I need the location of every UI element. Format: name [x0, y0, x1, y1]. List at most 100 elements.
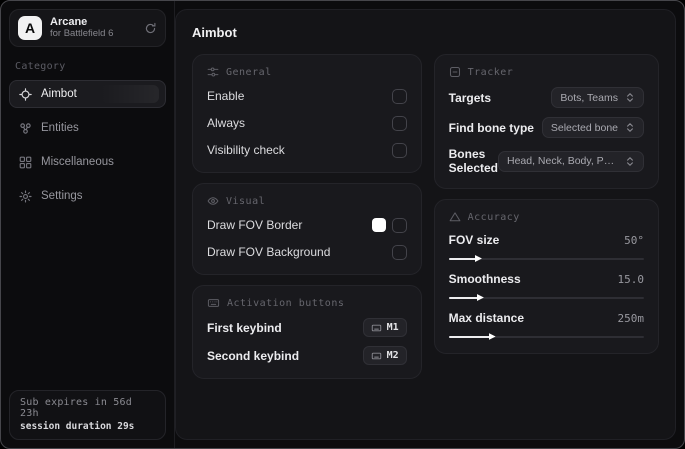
setting-label: Always	[207, 116, 246, 130]
gear-icon	[19, 189, 32, 203]
max-distance-slider[interactable]	[448, 333, 644, 340]
category-label: Category	[15, 61, 66, 72]
setting-row: Draw FOV Border	[207, 216, 407, 234]
always-checkbox[interactable]	[391, 115, 407, 131]
triangle-icon	[449, 211, 461, 223]
first-keybind-button[interactable]: M1	[362, 318, 407, 337]
slider-thumb[interactable]	[488, 333, 496, 340]
select-value: Head, Neck, Body, Pe...	[507, 155, 618, 167]
smoothness-value: 15.0	[617, 272, 645, 286]
sidebar-item-settings[interactable]: Settings	[9, 182, 166, 210]
sliders-icon	[207, 66, 219, 78]
sub-expiry-text: Sub expires in 56d 23h	[20, 397, 132, 419]
setting-label: FOV size	[448, 233, 500, 247]
visibility-check-checkbox[interactable]	[391, 142, 407, 158]
accuracy-card-header: Accuracy	[449, 211, 644, 223]
slider-row: FOV size 50°	[448, 233, 644, 262]
crosshair-icon	[19, 87, 32, 101]
card-title-text: Activation buttons	[227, 297, 345, 309]
slider-row: Max distance 250m	[448, 311, 645, 340]
setting-label: Bones Selected	[448, 147, 498, 175]
keyboard-icon	[371, 323, 382, 333]
targets-select[interactable]: Bots, Teams	[551, 87, 644, 108]
setting-row: Targets Bots, Teams	[449, 87, 644, 108]
keybind-value: M2	[386, 350, 399, 361]
enable-checkbox[interactable]	[391, 88, 407, 104]
keybind-value: M1	[386, 322, 399, 333]
card-title-text: General	[226, 66, 272, 78]
setting-label: Targets	[448, 90, 492, 105]
slider-row: Smoothness 15.0	[448, 272, 645, 301]
setting-label: Visibility check	[207, 143, 285, 157]
setting-label: Second keybind	[207, 348, 300, 363]
sidebar-item-miscellaneous[interactable]: Miscellaneous	[9, 148, 166, 176]
sidebar-item-label: Entities	[41, 122, 79, 134]
setting-label: Draw FOV Background	[207, 245, 331, 259]
activation-buttons-card: Activation buttons First keybind M1 Seco…	[192, 285, 422, 379]
page-title: Aimbot	[192, 25, 237, 40]
general-card-header: General	[207, 66, 407, 78]
visual-card: Visual Draw FOV Border Draw FOV Backgrou…	[192, 183, 422, 275]
setting-label: Draw FOV Border	[207, 218, 303, 232]
chevrons-up-down-icon	[625, 156, 635, 167]
setting-label: Enable	[207, 89, 245, 103]
second-keybind-button[interactable]: M2	[362, 346, 407, 365]
setting-row: Visibility check	[207, 141, 407, 159]
draw-fov-border-checkbox[interactable]	[391, 217, 407, 233]
grid-icon	[19, 156, 32, 169]
scan-icon	[449, 66, 461, 78]
smoothness-slider[interactable]	[448, 294, 644, 301]
setting-row: Draw FOV Background	[207, 243, 407, 261]
slider-thumb[interactable]	[474, 255, 482, 262]
max-distance-value: 250m	[617, 311, 645, 325]
sidebar-item-label: Aimbot	[41, 88, 77, 100]
setting-row: Always	[207, 114, 407, 132]
fov-size-value: 50°	[624, 233, 644, 247]
chevrons-up-down-icon	[625, 92, 635, 103]
main-panel: Aimbot General Enable Always Visibility …	[175, 9, 676, 440]
setting-row: Second keybind M2	[207, 346, 407, 365]
select-value: Selected bone	[550, 121, 618, 134]
setting-row: First keybind M1	[207, 318, 407, 337]
sidebar-item-entities[interactable]: Entities	[9, 114, 166, 142]
tracker-card: Tracker Targets Bots, Teams Find bone ty…	[433, 54, 659, 189]
eye-icon	[207, 195, 219, 207]
setting-label: First keybind	[207, 320, 282, 335]
visual-card-header: Visual	[207, 195, 407, 207]
sidebar-item-label: Miscellaneous	[41, 156, 114, 168]
app-name: Arcane	[50, 16, 88, 29]
keyboard-icon	[371, 351, 382, 361]
bones-selected-select[interactable]: Head, Neck, Body, Pe...	[498, 150, 644, 172]
entities-icon	[19, 122, 32, 135]
card-title-text: Tracker	[467, 66, 514, 78]
chevrons-up-down-icon	[625, 122, 635, 133]
fov-border-color-swatch[interactable]	[371, 218, 386, 232]
setting-label: Find bone type	[448, 120, 534, 135]
fov-size-slider[interactable]	[448, 255, 644, 262]
setting-label: Max distance	[448, 311, 525, 325]
sidebar-item-aimbot[interactable]: Aimbot	[9, 80, 166, 108]
app-logo-card: A Arcane for Battlefield 6	[9, 9, 166, 47]
accuracy-card: Accuracy FOV size 50° Smoothness 15.0 Ma…	[433, 199, 659, 354]
setting-row: Bones Selected Head, Neck, Body, Pe...	[449, 147, 644, 175]
app-subtitle: for Battlefield 6	[50, 27, 114, 39]
draw-fov-background-checkbox[interactable]	[391, 244, 407, 260]
card-title-text: Visual	[226, 195, 266, 207]
setting-row: Enable	[207, 87, 407, 105]
sidebar-nav: Aimbot Entities Miscellaneous Settings	[9, 80, 166, 210]
app-avatar: A	[18, 16, 42, 40]
activation-card-header: Activation buttons	[207, 297, 407, 309]
general-card: General Enable Always Visibility check	[192, 54, 422, 173]
slider-thumb[interactable]	[476, 294, 484, 301]
card-title-text: Accuracy	[467, 211, 520, 223]
keyboard-icon	[207, 297, 220, 309]
find-bone-type-select[interactable]: Selected bone	[541, 117, 644, 138]
sidebar-item-label: Settings	[41, 190, 83, 202]
sidebar: A Arcane for Battlefield 6 Category Aimb…	[1, 1, 175, 448]
session-duration-text: session duration 29s	[20, 421, 135, 432]
subscription-info: Sub expires in 56d 23h session duration …	[9, 390, 166, 440]
app-window: A Arcane for Battlefield 6 Category Aimb…	[0, 0, 685, 449]
setting-label: Smoothness	[448, 272, 521, 286]
sync-icon[interactable]	[144, 22, 157, 35]
app-logo-text: Arcane for Battlefield 6	[50, 16, 136, 40]
